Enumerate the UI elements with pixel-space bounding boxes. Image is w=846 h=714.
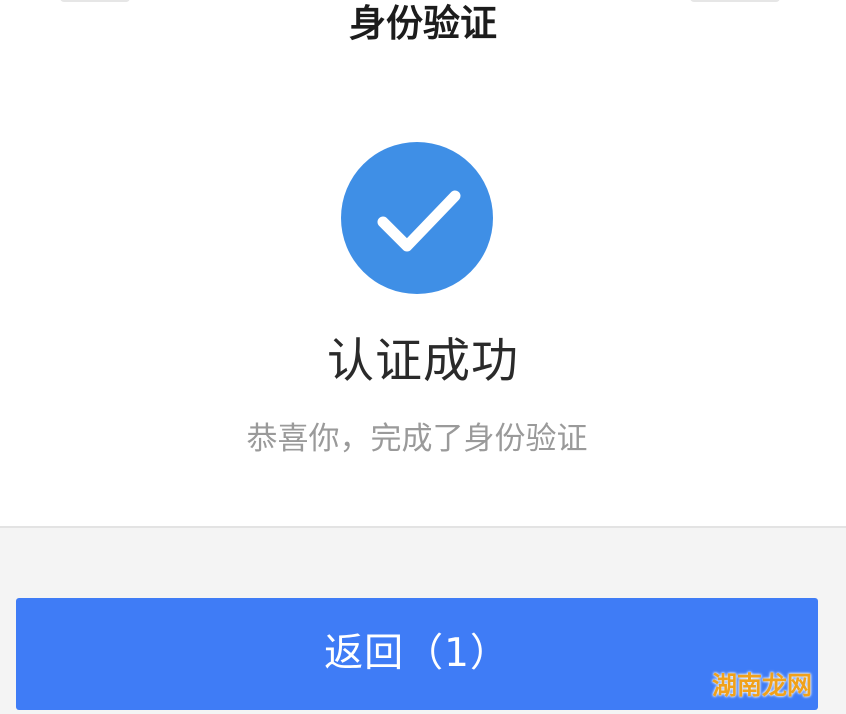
result-description: 恭喜你，完成了身份验证 [246, 421, 588, 457]
watermark-text: 湖南龙网 [712, 671, 813, 700]
result-title: 认证成功 [327, 334, 519, 389]
page-title: 身份验证 [349, 2, 497, 45]
verification-result-page: 身份验证 认证成功 恭喜你，完成了身份验证 返回（1） 湖南龙网 [0, 0, 846, 714]
checkmark-icon [377, 190, 461, 252]
check-circle-icon [341, 142, 493, 294]
result-panel: 身份验证 认证成功 恭喜你，完成了身份验证 [0, 0, 846, 526]
back-button[interactable]: 返回（1） [16, 598, 818, 710]
